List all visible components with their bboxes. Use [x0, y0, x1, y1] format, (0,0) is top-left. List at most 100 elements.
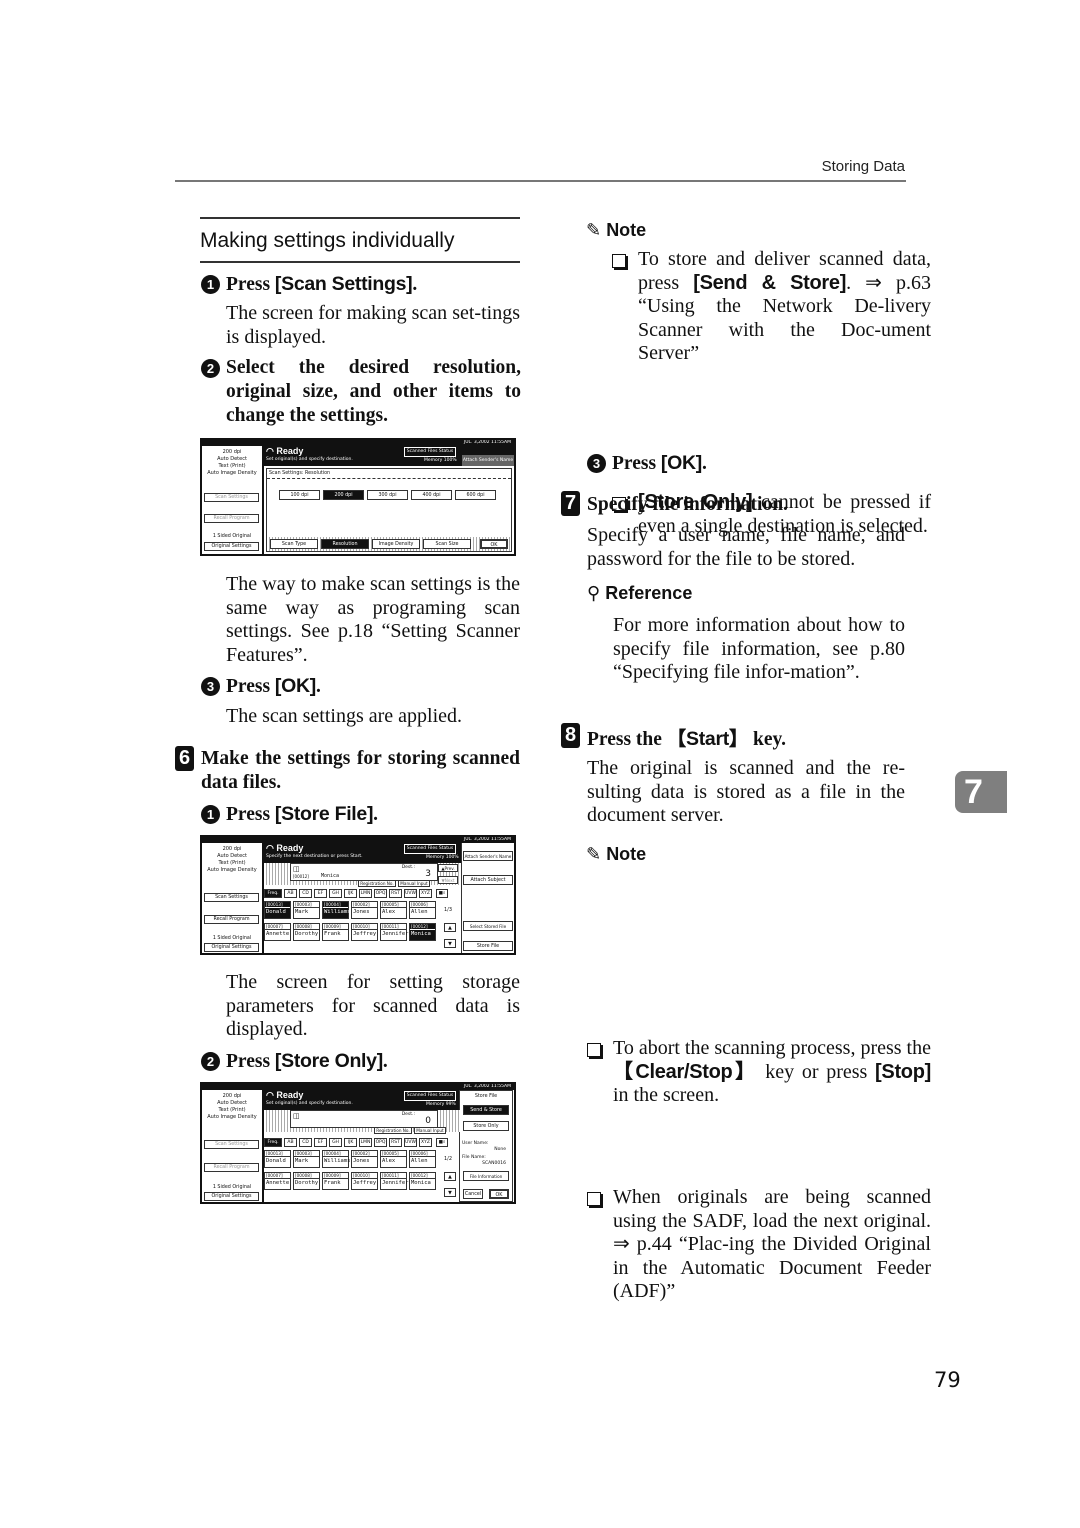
step-6-marker: 6 — [175, 746, 194, 771]
attach-sender-button[interactable]: Attach Sender's Name — [463, 851, 513, 861]
destination-mark[interactable]: [00003] Mark — [293, 1150, 320, 1168]
index-tab-ijk[interactable]: IJK — [344, 1138, 357, 1147]
step-number-badge: 1 — [201, 805, 220, 824]
scan-settings-button[interactable]: Scan Settings — [204, 493, 259, 502]
destination-jones[interactable]: [00002] Jones — [351, 901, 378, 919]
index-tab-gh[interactable]: GH — [329, 1138, 342, 1147]
index-tab-ab[interactable]: AB — [284, 1138, 297, 1147]
scanned-files-status-button[interactable]: Scanned Files Status — [404, 1091, 456, 1101]
destination-mark[interactable]: [00003] Mark — [293, 901, 320, 919]
recall-program-button[interactable]: Recall Program — [204, 514, 259, 523]
destination-frank[interactable]: [00009] Frank — [322, 923, 349, 941]
destination-annette[interactable]: [00007] Annette — [264, 923, 291, 941]
destination-name: Jones — [353, 1158, 370, 1164]
reference-text: For more information about how to specif… — [613, 614, 905, 684]
resolution-200-button[interactable]: 200 dpi — [323, 490, 364, 500]
attach-subject-button[interactable]: Attach Subject — [463, 875, 513, 885]
tab-scan-size[interactable]: Scan Size — [423, 539, 471, 549]
destination-monica[interactable]: [00012] Monica — [409, 923, 436, 941]
search-destination-icon[interactable]: ■⌕ — [436, 1138, 448, 1147]
index-tab-opq[interactable]: OPQ — [374, 889, 387, 898]
tab-image-density[interactable]: Image Density — [372, 539, 420, 549]
registration-no-button[interactable]: Registration No. — [358, 880, 396, 887]
index-tab-freq[interactable]: Freq. — [264, 889, 282, 898]
destination-name: Mark — [295, 1158, 309, 1164]
index-tab-cd[interactable]: CD — [299, 1138, 312, 1147]
index-tab-ab[interactable]: AB — [284, 889, 297, 898]
prev-button[interactable]: ▲Prev. — [438, 864, 458, 872]
index-tab-opq[interactable]: OPQ — [374, 1138, 387, 1147]
original-settings-button[interactable]: Original Settings — [204, 542, 259, 551]
destination-alex[interactable]: [00005] Alex — [380, 1150, 407, 1168]
scroll-up-button[interactable]: ▲ — [444, 1172, 456, 1181]
resolution-600-button[interactable]: 600 dpi — [455, 490, 496, 500]
index-tab-ijk[interactable]: IJK — [344, 889, 357, 898]
resolution-400-button[interactable]: 400 dpi — [411, 490, 452, 500]
index-tab-xyz[interactable]: XYZ — [419, 1138, 432, 1147]
scan-settings-button[interactable]: Scan Settings — [204, 893, 259, 902]
resolution-100-button[interactable]: 100 dpi — [279, 490, 320, 500]
index-tab-gh[interactable]: GH — [329, 889, 342, 898]
destination-allen[interactable]: [00006] Allen — [409, 901, 436, 919]
destination-allen[interactable]: [00006] Allen — [409, 1150, 436, 1168]
tab-scan-type[interactable]: Scan Type — [270, 539, 318, 549]
index-tab-freq[interactable]: Freq. — [264, 1138, 282, 1147]
destination-name: Dorothy — [295, 1180, 319, 1186]
index-tab-uvw[interactable]: UVW — [404, 889, 417, 898]
index-tab-ef[interactable]: EF — [314, 889, 327, 898]
scanned-files-status-button[interactable]: Scanned Files Status — [404, 844, 456, 854]
ok-button[interactable]: OK — [480, 539, 508, 549]
next-button[interactable]: ▼Next — [438, 876, 458, 884]
destination-dorothy[interactable]: [00008] Dorothy — [293, 1172, 320, 1190]
original-settings-button[interactable]: Original Settings — [204, 943, 259, 952]
destination-alex[interactable]: [00005] Alex — [380, 901, 407, 919]
send-and-store-button[interactable]: Send & Store — [463, 1105, 509, 1115]
recall-program-button[interactable]: Recall Program — [204, 1163, 259, 1172]
recall-program-button[interactable]: Recall Program — [204, 915, 259, 924]
index-tab-lmn[interactable]: LMN — [359, 889, 372, 898]
search-destination-icon[interactable]: ■⌕ — [436, 889, 448, 898]
index-tab-rst[interactable]: RST — [389, 1138, 402, 1147]
resolution-300-button[interactable]: 300 dpi — [367, 490, 408, 500]
manual-input-button[interactable]: Manual Input — [414, 1127, 446, 1134]
destination-jennifer[interactable]: [00011] Jennifer — [380, 923, 409, 941]
destination-williams[interactable]: [00004] Williams — [322, 901, 351, 919]
index-tab-lmn[interactable]: LMN — [359, 1138, 372, 1147]
destination-jeffrey[interactable]: [00010] Jeffrey — [351, 923, 378, 941]
scroll-up-button[interactable]: ▲ — [444, 923, 456, 932]
index-tab-uvw[interactable]: UVW — [404, 1138, 417, 1147]
scroll-down-button[interactable]: ▼ — [444, 1188, 456, 1197]
store-only-button[interactable]: Store Only — [463, 1121, 509, 1131]
destination-williams[interactable]: [00004] Williams — [322, 1150, 351, 1168]
index-tab-rst[interactable]: RST — [389, 889, 402, 898]
destination-donald[interactable]: [00013] Donald — [264, 1150, 291, 1168]
ok-button[interactable]: OK — [489, 1189, 509, 1199]
attach-sender-button[interactable]: Attach Sender's Name — [462, 455, 514, 466]
step-number-box: 7 — [561, 491, 580, 516]
destination-jeffrey[interactable]: [00010] Jeffrey — [351, 1172, 378, 1190]
scanned-files-status-button[interactable]: Scanned Files Status — [404, 447, 456, 457]
destination-donald[interactable]: [00013] Donald — [264, 901, 291, 919]
manual-input-button[interactable]: Manual Input — [398, 880, 430, 887]
destination-jones[interactable]: [00002] Jones — [351, 1150, 378, 1168]
original-settings-button[interactable]: Original Settings — [204, 1192, 259, 1201]
destination-jennifer[interactable]: [00011] Jennifer — [380, 1172, 409, 1190]
cancel-button[interactable]: Cancel — [463, 1189, 483, 1199]
scan-settings-button[interactable]: Scan Settings — [204, 1140, 259, 1149]
destination-dorothy[interactable]: [00008] Dorothy — [293, 923, 320, 941]
select-stored-file-button[interactable]: Select Stored File — [463, 921, 513, 931]
step-number-box: 8 — [561, 723, 580, 748]
destination-name: Annette — [266, 1180, 290, 1186]
registration-no-button[interactable]: Registration No. — [374, 1127, 412, 1134]
destination-annette[interactable]: [00007] Annette — [264, 1172, 291, 1190]
store-file-heading: Store File — [474, 1094, 498, 1099]
index-tab-ef[interactable]: EF — [314, 1138, 327, 1147]
destination-frank[interactable]: [00009] Frank — [322, 1172, 349, 1190]
index-tab-cd[interactable]: CD — [299, 889, 312, 898]
tab-resolution[interactable]: Resolution — [321, 539, 369, 549]
store-file-button[interactable]: Store File — [463, 941, 513, 951]
file-information-button[interactable]: File Information — [463, 1171, 509, 1181]
index-tab-xyz[interactable]: XYZ — [419, 889, 432, 898]
destination-monica[interactable]: [00012] Monica — [409, 1172, 436, 1190]
scroll-down-button[interactable]: ▼ — [444, 939, 456, 948]
